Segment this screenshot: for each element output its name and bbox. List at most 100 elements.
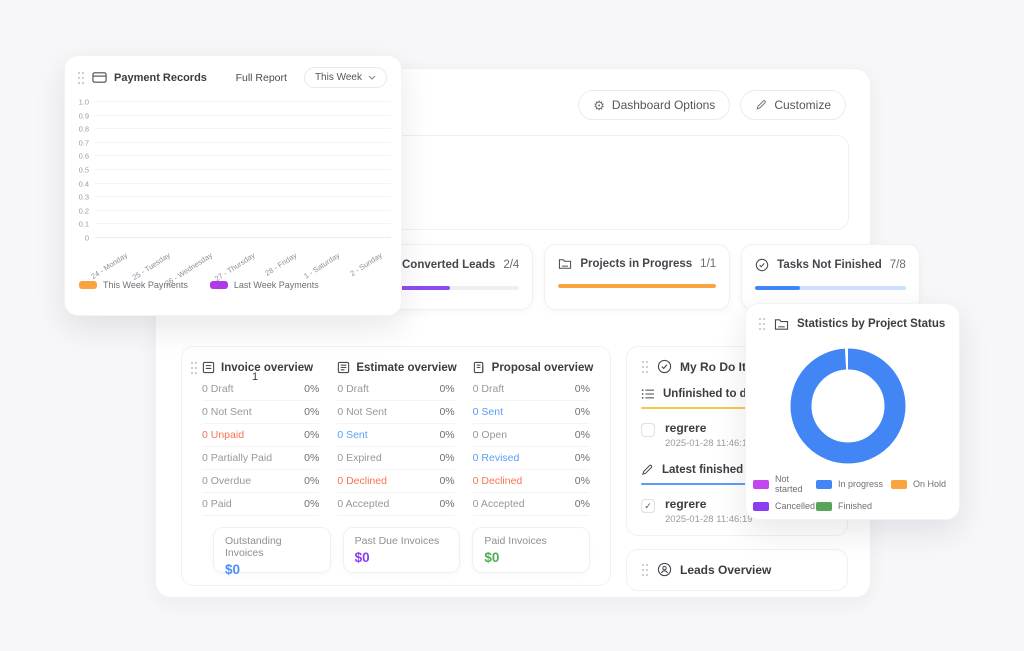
overview-row-value: 0%: [575, 498, 590, 510]
overview-row[interactable]: 0 Accepted0%: [473, 493, 590, 516]
donut-slice-in-progress[interactable]: [801, 359, 895, 453]
x-axis-slot: 26 - Wednesday: [182, 242, 220, 276]
legend-item[interactable]: In progress: [816, 474, 891, 494]
summary-box-outstanding[interactable]: Outstanding Invoices$0: [213, 527, 331, 573]
y-axis-tick: 0.6: [79, 152, 89, 161]
legend-swatch: [210, 281, 228, 289]
overview-columns: Invoice overview0 Draft0%0 Not Sent0%0 U…: [202, 361, 590, 516]
week-range-value: This Week: [315, 72, 362, 83]
folder-chart-icon: [774, 318, 789, 331]
y-axis-tick: 0: [85, 234, 89, 243]
x-axis-slot: 28 - Friday: [266, 242, 304, 276]
legend-label: Last Week Payments: [234, 280, 319, 290]
summary-value: $0: [355, 550, 449, 565]
x-axis-label: 25 - Tuesday: [131, 251, 172, 282]
project-status-card: Statistics by Project Status Not started…: [745, 303, 960, 520]
x-axis-slot: 1 - Saturday: [309, 242, 347, 276]
legend-swatch: [891, 480, 907, 489]
legend-swatch: [816, 502, 832, 511]
overview-row[interactable]: 0 Paid0%: [202, 493, 319, 516]
todo-item-date: 2025-01-28 11:46:19: [665, 514, 753, 525]
pencil-icon: [755, 99, 767, 111]
gridline: [95, 142, 391, 143]
project-status-title: Statistics by Project Status: [797, 318, 945, 330]
legend-swatch: [816, 480, 832, 489]
overview-row[interactable]: 0 Partially Paid0%: [202, 447, 319, 470]
overview-row[interactable]: 0 Expired0%: [337, 447, 454, 470]
stat-card-value: 1/1: [700, 258, 716, 270]
stat-card-tasks-not-finished[interactable]: Tasks Not Finished7/8: [741, 244, 920, 310]
overview-row-value: 0%: [304, 406, 319, 418]
overview-row[interactable]: 0 Sent0%: [473, 401, 590, 424]
gridline: [95, 210, 391, 211]
overview-row[interactable]: 0 Not Sent0%: [337, 401, 454, 424]
checkbox-checked[interactable]: ✓: [641, 499, 655, 513]
project-status-donut: [790, 348, 906, 464]
y-axis-tick: 0.7: [79, 138, 89, 147]
y-axis-tick: 0.1: [79, 220, 89, 229]
credit-card-icon: [92, 71, 107, 84]
x-axis-slot: 25 - Tuesday: [139, 242, 177, 276]
overview-row[interactable]: 0 Sent0%: [337, 424, 454, 447]
todo-item-text: regrere2025-01-28 11:46:19: [665, 421, 753, 449]
summary-box-past[interactable]: Past Due Invoices $0: [343, 527, 461, 573]
summary-value: $0: [484, 550, 578, 565]
overview-column-header: Estimate overview: [337, 361, 454, 374]
overview-row-label: 0 Declined: [473, 475, 523, 487]
payment-chart-bars: [95, 102, 391, 238]
proposal-icon: [473, 361, 486, 374]
stat-card-header: Projects in Progress1/1: [558, 258, 716, 270]
overview-row-value: 0%: [304, 383, 319, 395]
checkbox-unchecked[interactable]: [641, 423, 655, 437]
overview-row[interactable]: 0 Accepted0%: [337, 493, 454, 516]
full-report-link[interactable]: Full Report: [236, 72, 287, 84]
overview-row-label: 0 Revised: [473, 452, 520, 464]
overview-row[interactable]: 0 Draft0%: [202, 378, 319, 401]
drag-handle-icon[interactable]: [77, 71, 85, 85]
legend-item[interactable]: Cancelled: [753, 501, 816, 511]
stat-card-projects-in-progress[interactable]: Projects in Progress1/1: [544, 244, 730, 310]
summary-label: Paid Invoices: [484, 535, 578, 547]
progress-fill: [755, 286, 800, 290]
overview-row[interactable]: 0 Open0%: [473, 424, 590, 447]
summary-label: Past Due Invoices: [355, 535, 449, 547]
progress-fill: [558, 284, 716, 288]
overview-row[interactable]: 0 Draft0%: [337, 378, 454, 401]
legend-item[interactable]: Finished: [816, 501, 891, 511]
legend-item[interactable]: On Hold: [891, 474, 946, 494]
legend-label: On Hold: [913, 479, 946, 489]
overview-row[interactable]: 0 Declined0%: [473, 470, 590, 493]
legend-item[interactable]: This Week Payments: [79, 280, 188, 290]
overview-row-value: 0%: [575, 383, 590, 395]
todo-item-date: 2025-01-28 11:46:19: [665, 438, 753, 449]
overview-row[interactable]: 0 Overdue0%: [202, 470, 319, 493]
legend-item[interactable]: Last Week Payments: [210, 280, 319, 290]
dashboard-options-button[interactable]: ⚙ Dashboard Options: [578, 90, 730, 120]
drag-handle-icon[interactable]: [190, 361, 198, 375]
week-range-dropdown[interactable]: This Week: [304, 67, 387, 88]
drag-handle-icon[interactable]: [758, 317, 766, 331]
y-axis-tick: 1.0: [79, 98, 89, 107]
x-axis-slot: 24 - Monday: [97, 242, 135, 276]
overview-row[interactable]: 0 Declined0%: [337, 470, 454, 493]
overview-row-value: 0%: [304, 475, 319, 487]
overview-row[interactable]: 0 Revised0%: [473, 447, 590, 470]
payment-records-card: Payment Records Full Report This Week 00…: [64, 55, 402, 316]
drag-handle-icon[interactable]: [641, 563, 649, 577]
stat-card-label: Tasks Not Finished: [777, 259, 882, 271]
overview-row[interactable]: 0 Not Sent0%: [202, 401, 319, 424]
overview-row[interactable]: 0 Unpaid0%: [202, 424, 319, 447]
overview-row[interactable]: 0 Draft0%: [473, 378, 590, 401]
y-axis-tick: 0.2: [79, 206, 89, 215]
gridline: [95, 128, 391, 129]
gridline: [95, 196, 391, 197]
folder-icon: [558, 258, 572, 270]
x-axis-label: 1 - Saturday: [302, 251, 341, 281]
y-axis-tick: 0.3: [79, 193, 89, 202]
drag-handle-icon[interactable]: [641, 360, 649, 374]
customize-button[interactable]: Customize: [740, 90, 846, 120]
summary-box-paid[interactable]: Paid Invoices $0: [472, 527, 590, 573]
legend-item[interactable]: Not started: [753, 474, 816, 494]
y-axis-tick: 0.5: [79, 166, 89, 175]
y-axis-tick: 0.8: [79, 125, 89, 134]
